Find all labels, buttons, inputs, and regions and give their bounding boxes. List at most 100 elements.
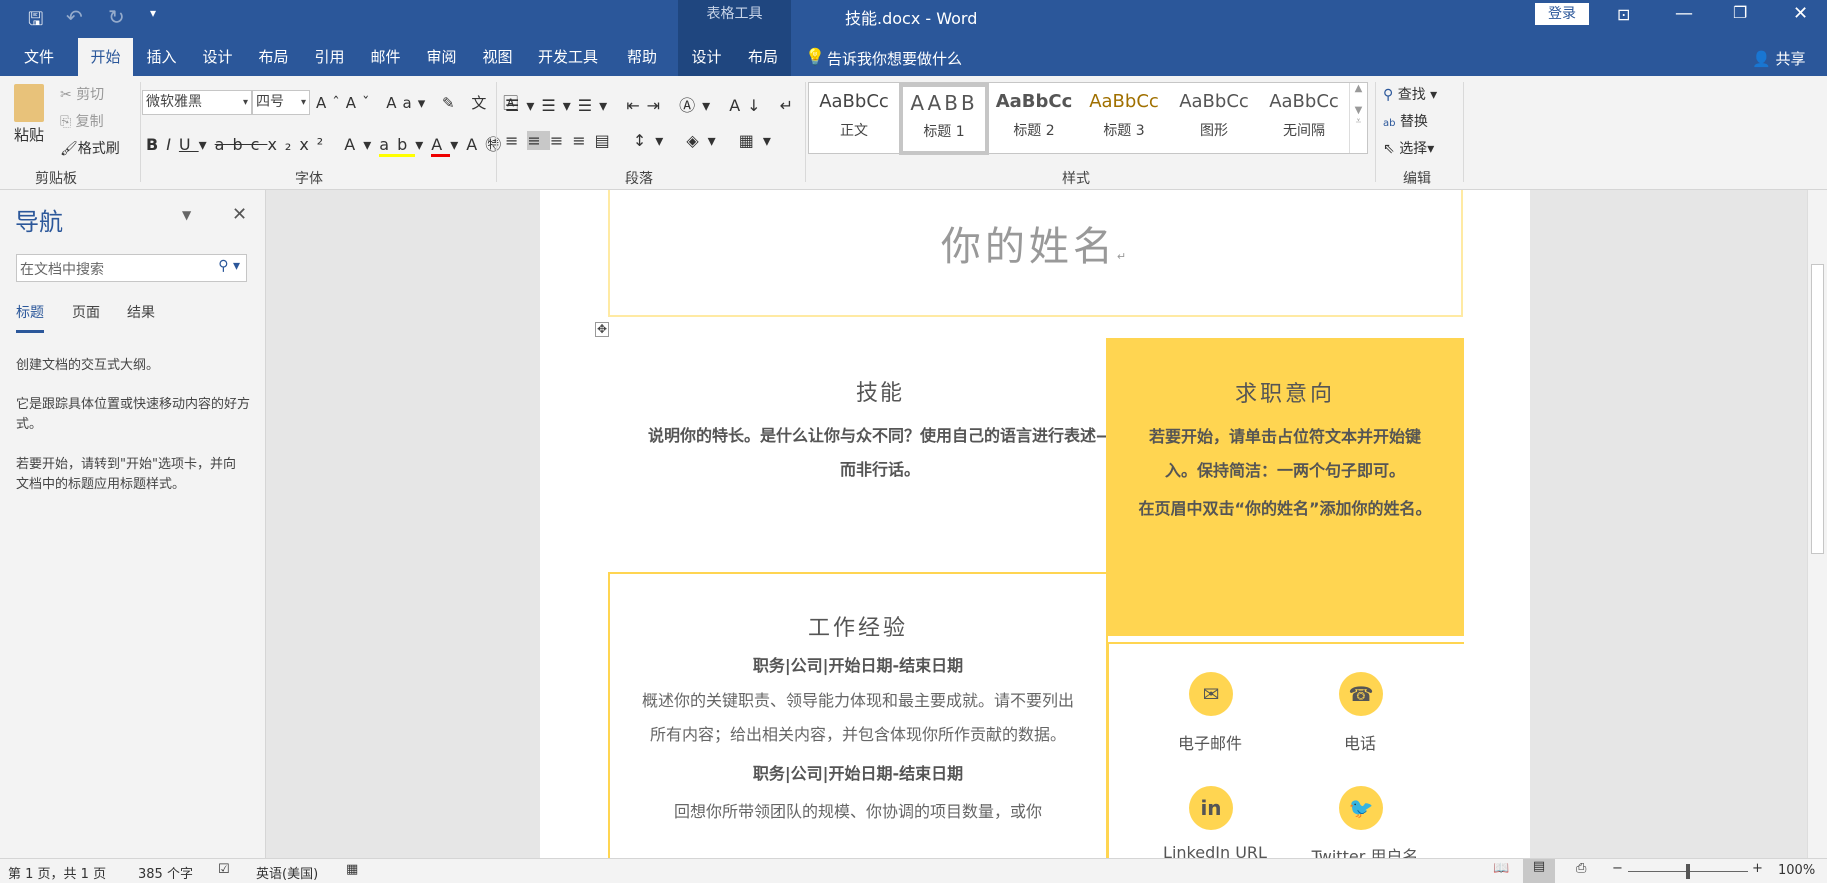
- font-group-label: 字体: [295, 171, 323, 187]
- copy-label: 复制: [75, 114, 104, 130]
- job-title-2: 职务|公司|开始日期-结束日期: [752, 764, 964, 783]
- share-label: 共享: [1775, 50, 1806, 68]
- tab-layout[interactable]: 布局: [246, 38, 301, 76]
- nav-tab-headings[interactable]: 标题: [16, 302, 44, 333]
- page-count[interactable]: 第 1 页，共 1 页: [8, 863, 106, 882]
- document-page[interactable]: 你的姓名↵ ✥ 技能 说明你的特长。是什么让你与众不同？使用自己的语言进行表述—…: [540, 190, 1530, 872]
- tab-insert[interactable]: 插入: [134, 38, 189, 76]
- skills-section[interactable]: 技能 说明你的特长。是什么让你与众不同？使用自己的语言进行表述—而非行话。: [635, 375, 1125, 487]
- title-bar: 🖫 ↶ ↻ ▾ 表格工具 技能.docx - Word 登录 ⊡ — ❐ ✕: [0, 0, 1827, 38]
- job-desc-1: 概述你的关键职责、领导能力体现和最主要成就。请不要列出所有内容；给出相关内容，并…: [642, 691, 1075, 744]
- clipboard-group-label: 剪贴板: [35, 171, 77, 187]
- vertical-scrollbar[interactable]: [1807, 190, 1827, 858]
- paste-icon[interactable]: [14, 84, 44, 122]
- web-layout-icon[interactable]: ⎙: [1576, 861, 1586, 876]
- paste-button[interactable]: 粘贴: [14, 124, 44, 145]
- objective-box[interactable]: 求职意向 若要开始，请单击占位符文本并开始键入。保持简洁：一两个句子即可。 在页…: [1106, 338, 1464, 636]
- tell-me-input[interactable]: 告诉我你想要做什么: [827, 48, 962, 69]
- maximize-button[interactable]: ❐: [1733, 3, 1747, 22]
- lightbulb-icon: 💡: [805, 47, 825, 66]
- select-button[interactable]: ⇖ 选择▾: [1383, 138, 1434, 158]
- paragraph-group-label: 段落: [625, 171, 653, 187]
- tab-design[interactable]: 设计: [190, 38, 245, 76]
- search-icon[interactable]: ⚲ ▾: [218, 258, 240, 274]
- tab-home[interactable]: 开始: [78, 38, 133, 76]
- macro-icon[interactable]: ▦: [346, 862, 358, 877]
- select-label: 选择: [1399, 141, 1428, 157]
- font-size-buttons[interactable]: AˆAˇ Aa▾ ✎ 文 🄰: [316, 92, 524, 113]
- zoom-in-button[interactable]: +: [1752, 861, 1763, 876]
- styles-scroll[interactable]: ▲ ▼ ⩡: [1349, 83, 1367, 153]
- job-desc-2: 回想你所带领团队的规模、你协调的项目数量，或你: [673, 802, 1042, 821]
- navigation-pane: 导航 ▼ ✕ 在文档中搜索 ⚲ ▾ 标题 页面 结果 创建文档的交互式大纲。 它…: [0, 190, 266, 858]
- style-graphic[interactable]: AaBbCc 图形: [1169, 91, 1259, 161]
- style-normal[interactable]: AaBbCc 正文: [809, 91, 899, 161]
- find-label: 查找: [1397, 87, 1426, 103]
- twitter-icon: 🐦: [1339, 786, 1383, 830]
- ribbon-display-icon[interactable]: ⊡: [1617, 5, 1630, 24]
- minimize-button[interactable]: —: [1675, 3, 1693, 24]
- tab-references[interactable]: 引用: [302, 38, 357, 76]
- share-button[interactable]: 👤 共享: [1752, 48, 1805, 69]
- your-name[interactable]: 你的姓名↵: [610, 214, 1461, 272]
- linkedin-icon: in: [1189, 786, 1233, 830]
- skills-title: 技能: [855, 381, 904, 406]
- tab-view[interactable]: 视图: [470, 38, 525, 76]
- phone-label[interactable]: 电话: [1310, 730, 1410, 754]
- your-name-text: 你的姓名: [940, 224, 1117, 270]
- window-title: 技能.docx - Word: [845, 9, 978, 28]
- save-icon[interactable]: 🖫: [28, 7, 43, 37]
- zoom-out-button[interactable]: −: [1612, 861, 1623, 876]
- nav-search-input[interactable]: 在文档中搜索 ⚲ ▾: [16, 254, 247, 282]
- redo-icon[interactable]: ↻: [108, 5, 125, 29]
- align-buttons[interactable]: ≡≡≡≡▤ ↕▾ ◈▾ ▦▾: [505, 131, 780, 150]
- style-heading3[interactable]: AaBbCc 标题 3: [1079, 91, 1169, 161]
- objective-body-1: 若要开始，请单击占位符文本并开始键入。保持简洁：一两个句子即可。: [1148, 427, 1421, 480]
- replace-button[interactable]: ab 替换: [1383, 111, 1428, 131]
- login-button[interactable]: 登录: [1535, 3, 1589, 25]
- nav-tab-results[interactable]: 结果: [127, 302, 155, 322]
- table-move-handle[interactable]: ✥: [595, 322, 609, 337]
- style-no-spacing[interactable]: AaBbCc 无间隔: [1259, 91, 1349, 161]
- format-painter-button[interactable]: 🖌格式刷: [60, 138, 120, 158]
- style-heading2[interactable]: AaBbCc 标题 2: [989, 91, 1079, 161]
- nav-tab-pages[interactable]: 页面: [72, 302, 100, 322]
- zoom-slider-thumb[interactable]: [1686, 864, 1690, 879]
- phone-icon: ☎: [1339, 672, 1383, 716]
- font-format-buttons[interactable]: BIU▾abcx₂x² A▾ab▾A▾A㊕: [146, 131, 509, 157]
- header-box: 你的姓名↵: [608, 190, 1463, 317]
- word-count[interactable]: 385 个字: [138, 863, 193, 882]
- tab-file[interactable]: 文件: [10, 38, 68, 76]
- print-layout-icon[interactable]: ▤: [1523, 859, 1555, 883]
- nav-options-icon[interactable]: ▼: [182, 208, 191, 222]
- proofing-icon[interactable]: ☑: [218, 862, 230, 877]
- font-name-select[interactable]: 微软雅黑 ▾: [142, 90, 252, 115]
- find-button[interactable]: ⚲ 查找 ▾: [1383, 84, 1437, 104]
- tab-review[interactable]: 审阅: [414, 38, 469, 76]
- work-experience-section[interactable]: 工作经验 职务|公司|开始日期-结束日期 概述你的关键职责、领导能力体现和最主要…: [608, 572, 1108, 872]
- read-mode-icon[interactable]: 📖: [1493, 861, 1509, 876]
- tab-help[interactable]: 帮助: [612, 38, 672, 76]
- language[interactable]: 英语(美国): [256, 863, 318, 882]
- nav-close-icon[interactable]: ✕: [232, 204, 247, 225]
- customize-qat-icon[interactable]: ▾: [150, 6, 156, 20]
- font-size-select[interactable]: 四号 ▾: [252, 90, 310, 115]
- scroll-thumb[interactable]: [1811, 264, 1824, 554]
- styles-gallery: AaBbCc 正文 AABB 标题 1 AaBbCc 标题 2 AaBbCc 标题 3 …: [808, 82, 1368, 155]
- tab-table-layout[interactable]: 布局: [735, 38, 791, 76]
- close-button[interactable]: ✕: [1793, 3, 1808, 24]
- zoom-level[interactable]: 100%: [1778, 863, 1815, 878]
- email-label[interactable]: 电子邮件: [1140, 730, 1280, 754]
- work-title: 工作经验: [807, 616, 908, 641]
- copy-button[interactable]: ⎘ 复制: [60, 111, 104, 131]
- list-buttons[interactable]: ☰▾☰▾☰▾ ⇤⇥ Ⓐ▾ A↓ ↵: [505, 92, 800, 116]
- cut-button[interactable]: ✂ 剪切: [60, 84, 104, 104]
- tab-mailings[interactable]: 邮件: [358, 38, 413, 76]
- job-title-1: 职务|公司|开始日期-结束日期: [752, 656, 964, 675]
- undo-icon[interactable]: ↶: [66, 5, 83, 29]
- styles-group-label: 样式: [1062, 171, 1090, 187]
- ribbon: 粘贴 ✂ 剪切 ⎘ 复制 🖌格式刷 剪贴板 微软雅黑 ▾ 四号 ▾ AˆAˇ Aa▾…: [0, 76, 1827, 190]
- style-heading1[interactable]: AABB 标题 1: [899, 83, 989, 155]
- tab-table-design[interactable]: 设计: [678, 38, 735, 76]
- tab-developer[interactable]: 开发工具: [528, 38, 608, 76]
